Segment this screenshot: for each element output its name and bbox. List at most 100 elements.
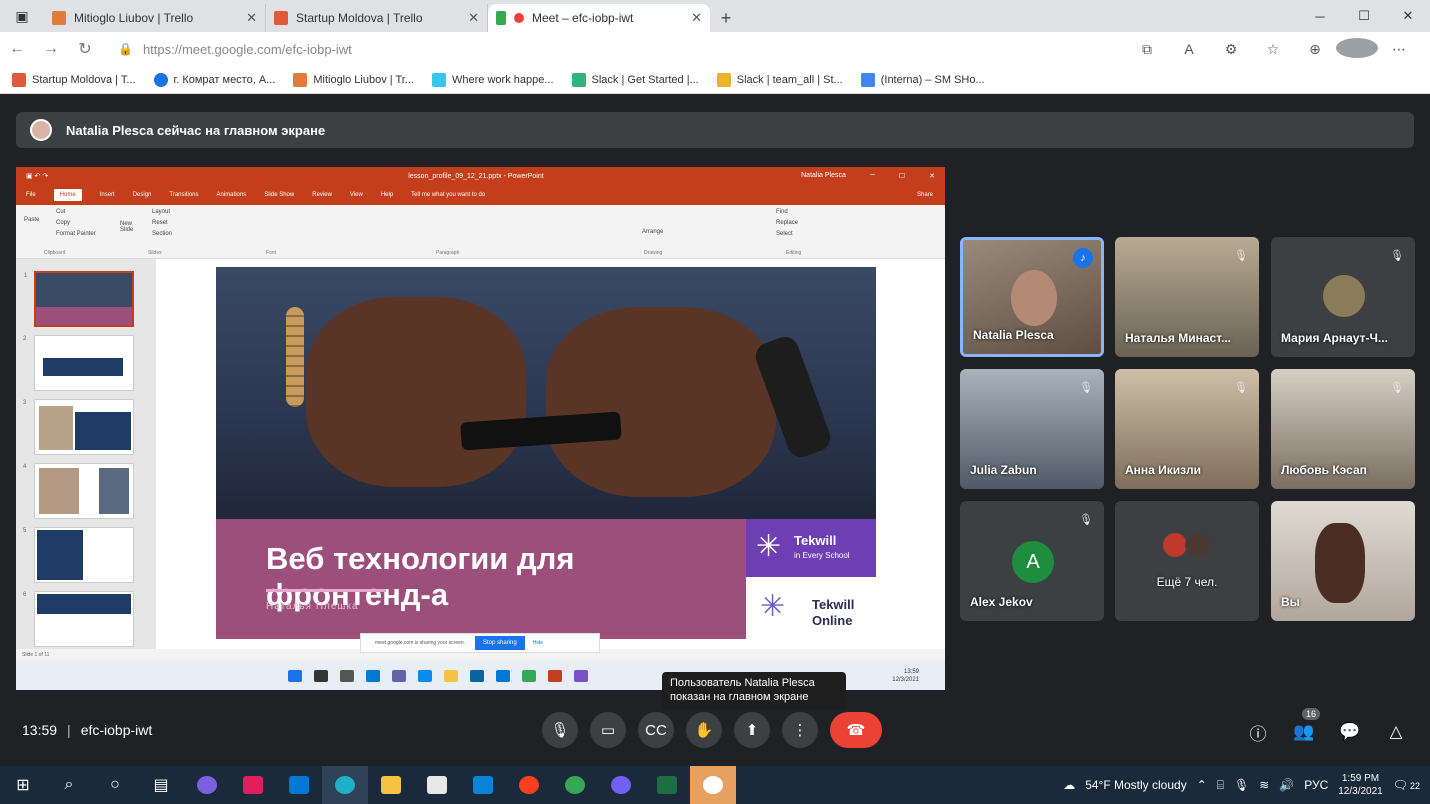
captions-button[interactable]: CC	[638, 712, 674, 748]
url-field[interactable]: 🔒 https://meet.google.com/efc-iobp-iwt	[118, 42, 1018, 57]
camera-button[interactable]: ▭	[590, 712, 626, 748]
participant-initial: A	[1012, 541, 1054, 583]
slide-thumbnail: 2	[23, 335, 134, 391]
taskbar-app[interactable]	[276, 766, 322, 804]
meeting-details-button[interactable]: ⓘ	[1240, 714, 1276, 750]
taskbar-app[interactable]	[598, 766, 644, 804]
cortana-button[interactable]: ○	[92, 766, 138, 804]
close-icon[interactable]: ✕	[246, 10, 257, 26]
self-tile[interactable]: Вы	[1271, 501, 1415, 621]
close-icon[interactable]: ✕	[691, 10, 702, 26]
taskbar-app[interactable]	[690, 766, 736, 804]
taskbar-app[interactable]	[644, 766, 690, 804]
start-icon	[288, 669, 302, 682]
section-label: Section	[152, 231, 173, 237]
taskbar-app[interactable]	[552, 766, 598, 804]
participant-tile[interactable]: 🎙 Любовь Кэсап	[1271, 369, 1415, 489]
leave-call-button[interactable]: ☎	[830, 712, 882, 748]
minimize-icon[interactable]: ─	[1298, 9, 1342, 24]
participant-face	[1011, 270, 1057, 326]
taskbar-app[interactable]	[460, 766, 506, 804]
bookmark-item[interactable]: Slack | team_all | St...	[716, 72, 843, 87]
mic-off-icon: 🎙	[1390, 381, 1404, 394]
volume-icon[interactable]: 🔊	[1279, 778, 1294, 792]
notifications-icon[interactable]: 🗨 22	[1393, 778, 1420, 792]
replace-label: Replace	[776, 220, 799, 226]
windows-start-button[interactable]: ⊞	[0, 766, 46, 804]
menu-transitions: Transitions	[169, 192, 199, 198]
teams-icon	[392, 669, 406, 682]
bookmark-item[interactable]: Slack | Get Started |...	[571, 72, 699, 87]
more-options-button[interactable]: ⋮	[782, 712, 818, 748]
browser-tab-3[interactable]: Meet – efc-iobp-iwt ✕	[488, 4, 710, 32]
present-button[interactable]: ⬆	[734, 712, 770, 748]
bookmark-item[interactable]: г. Комрат место, А...	[153, 72, 275, 87]
shared-screen[interactable]: ▣ ↶ ↷ lesson_profile_09_12_21.pptx - Pow…	[16, 167, 945, 690]
close-window-icon[interactable]: ✕	[1386, 8, 1430, 24]
participant-tile[interactable]: 🎙 Мария Арнаут-Ч...	[1271, 237, 1415, 357]
bookmark-item[interactable]: (Interna) – SM SHo...	[860, 72, 985, 87]
taskbar-app[interactable]	[184, 766, 230, 804]
edge-icon	[418, 669, 432, 682]
wifi-icon[interactable]: ≋	[1259, 778, 1269, 792]
screen-root: ▣ Mitioglo Liubov | Trello ✕ Startup Mol…	[0, 0, 1430, 804]
more-participants-tile[interactable]: Ещё 7 чел.	[1115, 501, 1259, 621]
lock-icon[interactable]: 🔒	[118, 42, 133, 56]
participant-tile[interactable]: 🎙 Наталья Минаст...	[1115, 237, 1259, 357]
participant-tile[interactable]: 🎙 Анна Икизли	[1115, 369, 1259, 489]
search-button[interactable]: ⌕	[46, 766, 92, 804]
menu-review: Review	[312, 192, 332, 198]
microphone-icon[interactable]: 🎙	[1234, 778, 1249, 792]
bookmark-label: Slack | Get Started |...	[591, 73, 699, 86]
bookmark-item[interactable]: Mitioglo Liubov | Tr...	[293, 72, 414, 87]
task-view-button[interactable]: ▤	[138, 766, 184, 804]
tab-actions-icon[interactable]: ▣	[0, 0, 44, 32]
back-icon[interactable]: ←	[0, 40, 34, 58]
browser-tab-1[interactable]: Mitioglo Liubov | Trello ✕	[44, 4, 266, 32]
taskbar-app[interactable]	[506, 766, 552, 804]
weather-text[interactable]: 54°F Mostly cloudy	[1085, 778, 1187, 792]
profile-icon[interactable]	[1336, 37, 1378, 61]
taskbar-app[interactable]	[414, 766, 460, 804]
people-button[interactable]: 👥 16	[1286, 708, 1322, 750]
read-aloud-icon[interactable]: A	[1168, 41, 1210, 57]
participant-tile[interactable]: A 🎙 Alex Jekov	[960, 501, 1104, 621]
extensions-icon[interactable]: ⚙	[1210, 41, 1252, 58]
favorites-icon[interactable]: ☆	[1252, 41, 1294, 58]
taskbar-app[interactable]	[368, 766, 414, 804]
taskbar-app[interactable]	[230, 766, 276, 804]
taskbar-app[interactable]	[322, 766, 368, 804]
activities-button[interactable]: △	[1378, 714, 1414, 750]
menu-home: Home	[53, 189, 82, 201]
maximize-icon[interactable]: ☐	[1342, 8, 1386, 24]
collections-icon[interactable]: ⊕	[1294, 41, 1336, 58]
reload-icon[interactable]: ↻	[68, 39, 102, 59]
more-icon[interactable]: ⋯	[1378, 41, 1420, 58]
slide-number: 1	[24, 273, 28, 279]
shared-clock-date: 12/3/2021	[892, 676, 919, 683]
language-indicator[interactable]: РУС	[1304, 778, 1328, 792]
network-icon[interactable]: ⌸	[1217, 778, 1224, 793]
participant-tile[interactable]: 🎙 Julia Zabun	[960, 369, 1104, 489]
system-clock[interactable]: 1:59 PM 12/3/2021	[1338, 772, 1383, 798]
sharing-notice-text: meet.google.com is sharing your screen.	[375, 640, 466, 646]
chat-button[interactable]: 💬	[1332, 714, 1368, 750]
chevron-up-icon[interactable]: ⌃	[1197, 778, 1207, 792]
new-tab-button[interactable]: +	[710, 4, 742, 32]
weather-icon[interactable]: ☁	[1063, 778, 1075, 792]
forward-icon[interactable]: →	[34, 40, 68, 58]
outlook-icon	[289, 776, 309, 794]
address-bar: ← → ↻ 🔒 https://meet.google.com/efc-iobp…	[0, 32, 1430, 66]
participant-name: Вы	[1281, 595, 1300, 609]
bookmark-item[interactable]: Startup Moldova | T...	[12, 72, 136, 87]
hand-graphic	[546, 307, 776, 497]
microphone-button[interactable]: 🎙	[542, 712, 578, 748]
browser-tab-2[interactable]: Startup Moldova | Trello ✕	[266, 4, 488, 32]
close-icon[interactable]: ✕	[468, 10, 479, 26]
participant-tile[interactable]: ♪ Natalia Plesca	[960, 237, 1104, 357]
layout-label: Layout	[152, 209, 171, 215]
separator: |	[67, 722, 71, 738]
raise-hand-button[interactable]: ✋	[686, 712, 722, 748]
camera-permission-icon[interactable]: ⧉	[1126, 41, 1168, 58]
bookmark-item[interactable]: Where work happe...	[432, 72, 554, 87]
